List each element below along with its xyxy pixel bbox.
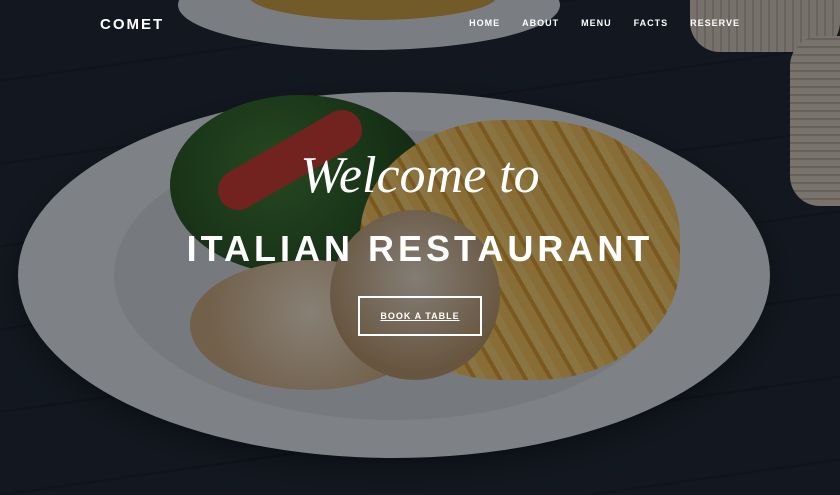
nav-about-link[interactable]: ABOUT — [522, 18, 559, 28]
nav-facts-link[interactable]: FACTS — [634, 18, 669, 28]
welcome-heading: Welcome to — [300, 147, 540, 204]
hero-content: Welcome to ITALIAN RESTAURANT BOOK A TAB… — [0, 150, 840, 336]
nav-menu-link[interactable]: MENU — [581, 18, 612, 28]
site-logo[interactable]: COMET — [100, 16, 164, 33]
nav-reserve-link[interactable]: RESERVE — [690, 18, 740, 28]
hero-section: COMET HOME ABOUT MENU FACTS RESERVE Welc… — [0, 0, 840, 495]
top-navigation: COMET HOME ABOUT MENU FACTS RESERVE — [0, 0, 840, 48]
nav-menu: HOME ABOUT MENU FACTS RESERVE — [469, 18, 740, 28]
restaurant-title: ITALIAN RESTAURANT — [186, 228, 654, 269]
book-table-button[interactable]: BOOK A TABLE — [358, 296, 482, 336]
nav-home-link[interactable]: HOME — [469, 18, 500, 28]
